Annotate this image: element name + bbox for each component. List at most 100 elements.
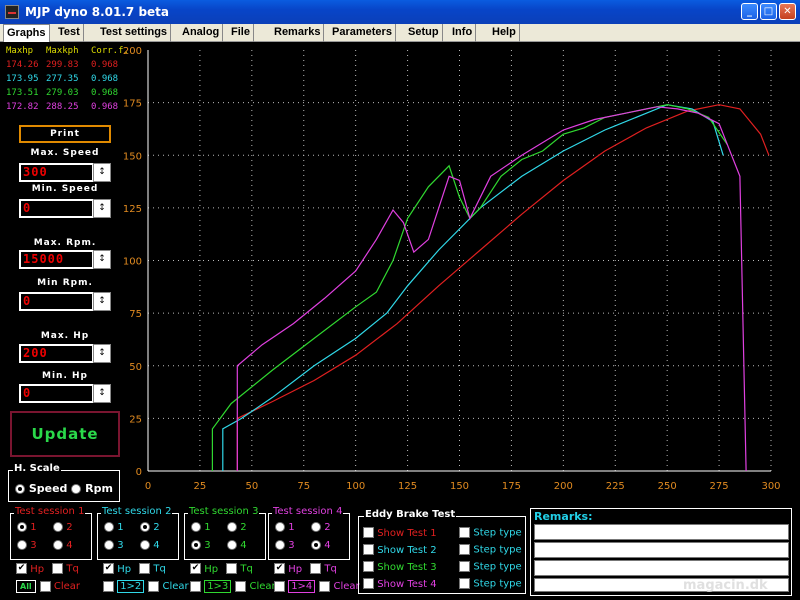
show-test-checkbox[interactable] (363, 544, 374, 555)
max-rpm-input[interactable]: 15000 (19, 250, 93, 269)
compare-checkbox[interactable] (103, 580, 114, 592)
spin-icon[interactable]: ↕ (93, 344, 111, 363)
clear-checkbox[interactable] (319, 580, 331, 592)
session-radio[interactable] (227, 522, 237, 532)
all-button[interactable]: All (16, 580, 36, 593)
session-checks: ✔ Hp Tq (103, 563, 166, 575)
min-hp-input[interactable]: 0 (19, 384, 93, 403)
x-tick-label: 0 (145, 481, 151, 492)
show-test-checkbox[interactable] (363, 561, 374, 572)
x-tick-label: 175 (502, 481, 521, 492)
clear-checkbox[interactable] (148, 580, 160, 592)
clear-label: Clear (53, 581, 81, 592)
h-scale-label: H. Scale (13, 463, 61, 474)
tq-checkbox[interactable] (310, 563, 322, 574)
session-option: 1 (275, 522, 295, 533)
compare-label: 1>2 (117, 580, 145, 593)
compare-checkbox[interactable] (274, 580, 285, 592)
tab-parameters[interactable]: Parameters (329, 24, 396, 42)
hp-checkbox[interactable]: ✔ (16, 563, 27, 574)
session-label: Test session 2 (101, 506, 173, 517)
max-table-row: 173.95 277.35 0.968 (6, 72, 126, 86)
show-test-checkbox[interactable] (363, 527, 374, 538)
spin-icon[interactable]: ↕ (93, 199, 111, 218)
session-option: 3 (17, 540, 37, 551)
tq-checkbox[interactable] (226, 563, 238, 574)
step-type-checkbox[interactable] (459, 561, 471, 572)
tab-test-settings[interactable]: Test settings (97, 24, 172, 42)
compare-checkbox[interactable] (190, 580, 201, 592)
session-radio[interactable] (311, 522, 321, 532)
tab-test[interactable]: Test (55, 24, 84, 42)
row-kph: 279.03 (46, 88, 79, 98)
y-tick-label: 25 (129, 414, 142, 425)
session-radio[interactable] (140, 540, 150, 550)
session-radio[interactable] (53, 522, 63, 532)
row-hp: 173.95 (6, 74, 39, 84)
remarks-line-2[interactable] (534, 542, 789, 558)
session-radio[interactable] (104, 522, 114, 532)
test-session-2-group: Test session 2 1 3 2 4 (97, 506, 179, 560)
session-radio[interactable] (191, 522, 201, 532)
session-option-label: 3 (204, 540, 211, 551)
hp-checkbox[interactable]: ✔ (103, 563, 114, 574)
session-option: 4 (140, 540, 160, 551)
app-icon (5, 5, 19, 19)
tab-file[interactable]: File (228, 24, 254, 42)
tq-checkbox[interactable] (139, 563, 151, 574)
eddy-test-row: Show Test 4 Step type (363, 578, 522, 590)
eddy-test-row: Show Test 3 Step type (363, 561, 522, 573)
tab-graphs[interactable]: Graphs (3, 24, 50, 43)
spin-icon[interactable]: ↕ (93, 250, 111, 269)
session-radio[interactable] (275, 522, 285, 532)
session-radio[interactable] (311, 540, 321, 550)
hp-checkbox[interactable]: ✔ (190, 563, 201, 574)
tab-info[interactable]: Info (449, 24, 477, 42)
session-radio[interactable] (17, 522, 27, 532)
session-radio[interactable] (104, 540, 114, 550)
session-radio[interactable] (275, 540, 285, 550)
eddy-test-row: Show Test 2 Step type (363, 544, 522, 556)
tab-help[interactable]: Help (489, 24, 520, 42)
step-type-checkbox[interactable] (459, 544, 471, 555)
spin-icon[interactable]: ↕ (93, 292, 111, 311)
session-option-label: 2 (240, 522, 247, 533)
print-button[interactable]: Print (19, 125, 111, 143)
minimize-icon[interactable]: _ (741, 3, 758, 20)
maximize-icon[interactable]: □ (760, 3, 777, 20)
remarks-line-1[interactable] (534, 524, 789, 540)
max-table-header: Maxhp Maxkph Corr.f. (6, 44, 129, 58)
update-button[interactable]: Update (10, 411, 120, 457)
spin-icon[interactable]: ↕ (93, 384, 111, 403)
speed-radio[interactable] (15, 484, 25, 494)
max-speed-input[interactable]: 300 (19, 163, 93, 182)
session-bottom: 1>2 Clear (103, 580, 189, 593)
session-radio[interactable] (191, 540, 201, 550)
max-hp-input[interactable]: 200 (19, 344, 93, 363)
min-rpm-input[interactable]: 0 (19, 292, 93, 311)
session-radio[interactable] (53, 540, 63, 550)
max-table-row: 174.26 299.83 0.968 (6, 58, 126, 72)
tq-checkbox[interactable] (52, 563, 64, 574)
row-hp: 172.82 (6, 102, 39, 112)
remarks-line-3[interactable] (534, 560, 789, 576)
clear-checkbox[interactable] (235, 580, 247, 592)
session-option: 1 (104, 522, 124, 533)
show-test-checkbox[interactable] (363, 578, 374, 589)
step-type-checkbox[interactable] (459, 578, 471, 589)
close-icon[interactable]: ✕ (779, 3, 796, 20)
tab-remarks[interactable]: Remarks (271, 24, 325, 42)
tab-setup[interactable]: Setup (405, 24, 443, 42)
session-radio[interactable] (140, 522, 150, 532)
min-speed-input[interactable]: 0 (19, 199, 93, 218)
session-radio[interactable] (227, 540, 237, 550)
spin-icon[interactable]: ↕ (93, 163, 111, 182)
clear-checkbox[interactable] (39, 580, 51, 592)
remarks-label: Remarks: (534, 510, 593, 523)
session-option: 4 (311, 540, 331, 551)
tab-analog[interactable]: Analog (179, 24, 224, 42)
step-type-checkbox[interactable] (459, 527, 471, 538)
rpm-radio[interactable] (71, 484, 82, 494)
hp-checkbox[interactable]: ✔ (274, 563, 285, 574)
session-radio[interactable] (17, 540, 27, 550)
